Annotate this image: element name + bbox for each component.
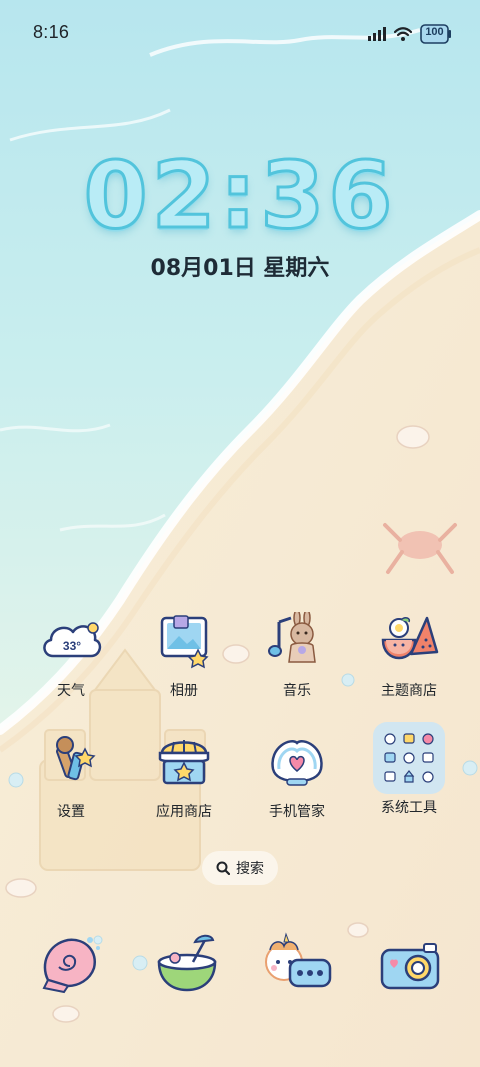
status-icons: 100 <box>368 22 452 46</box>
app-phone-manager[interactable]: 手机管家 <box>247 733 347 833</box>
battery-level: 100 <box>425 26 444 38</box>
app-theme-store[interactable]: 主题商店 <box>359 612 459 712</box>
dock-phone[interactable] <box>34 930 110 1000</box>
app-store-shop-icon <box>158 740 210 785</box>
weather-cloud-icon: 33° <box>43 622 102 658</box>
app-label: 相册 <box>170 683 198 699</box>
app-gallery[interactable]: 相册 <box>134 612 234 712</box>
app-weather[interactable]: 33° 天气 <box>21 612 121 712</box>
dock-messages[interactable] <box>149 932 225 1002</box>
theme-store-fruit-icon <box>381 616 439 660</box>
app-label: 天气 <box>57 683 85 699</box>
settings-keys-icon <box>56 736 96 781</box>
app-label: 手机管家 <box>269 804 325 820</box>
battery-icon: 100 <box>420 24 452 44</box>
phone-shell-icon <box>42 937 100 994</box>
app-settings[interactable]: 设置 <box>21 733 121 833</box>
signal-icon <box>368 27 386 41</box>
app-system-tools[interactable]: 系统工具 <box>359 722 459 822</box>
browser-hamster-icon <box>265 932 332 988</box>
app-label: 系统工具 <box>381 800 437 816</box>
camera-icon <box>380 943 440 990</box>
search-icon <box>216 861 230 875</box>
app-label: 应用商店 <box>156 804 212 820</box>
weather-temperature: 33° <box>63 639 81 653</box>
wifi-icon <box>394 27 412 41</box>
gallery-photo-icon <box>160 615 209 669</box>
status-time: 8:16 <box>33 22 70 42</box>
app-music[interactable]: 音乐 <box>247 612 347 712</box>
clock-time[interactable]: 02:36 <box>0 148 480 243</box>
home-screen: 8:16 100 02:36 08月01日 星期六 33° 天气 相册 音乐 主… <box>0 0 480 1067</box>
dock-browser[interactable] <box>262 932 338 1002</box>
app-label: 主题商店 <box>381 683 437 699</box>
status-bar: 8:16 100 <box>0 0 480 66</box>
dock-camera[interactable] <box>374 936 450 1006</box>
messages-coconut-icon <box>157 934 217 992</box>
app-app-store[interactable]: 应用商店 <box>134 733 234 833</box>
phone-manager-heart-icon <box>271 740 323 786</box>
music-bunny-icon <box>268 612 316 663</box>
app-label: 音乐 <box>283 683 311 699</box>
clock-date[interactable]: 08月01日 星期六 <box>0 250 480 282</box>
system-tools-folder-icon <box>373 722 445 794</box>
search-label: 搜索 <box>236 861 264 877</box>
search-button[interactable]: 搜索 <box>202 851 278 885</box>
app-label: 设置 <box>57 804 85 820</box>
